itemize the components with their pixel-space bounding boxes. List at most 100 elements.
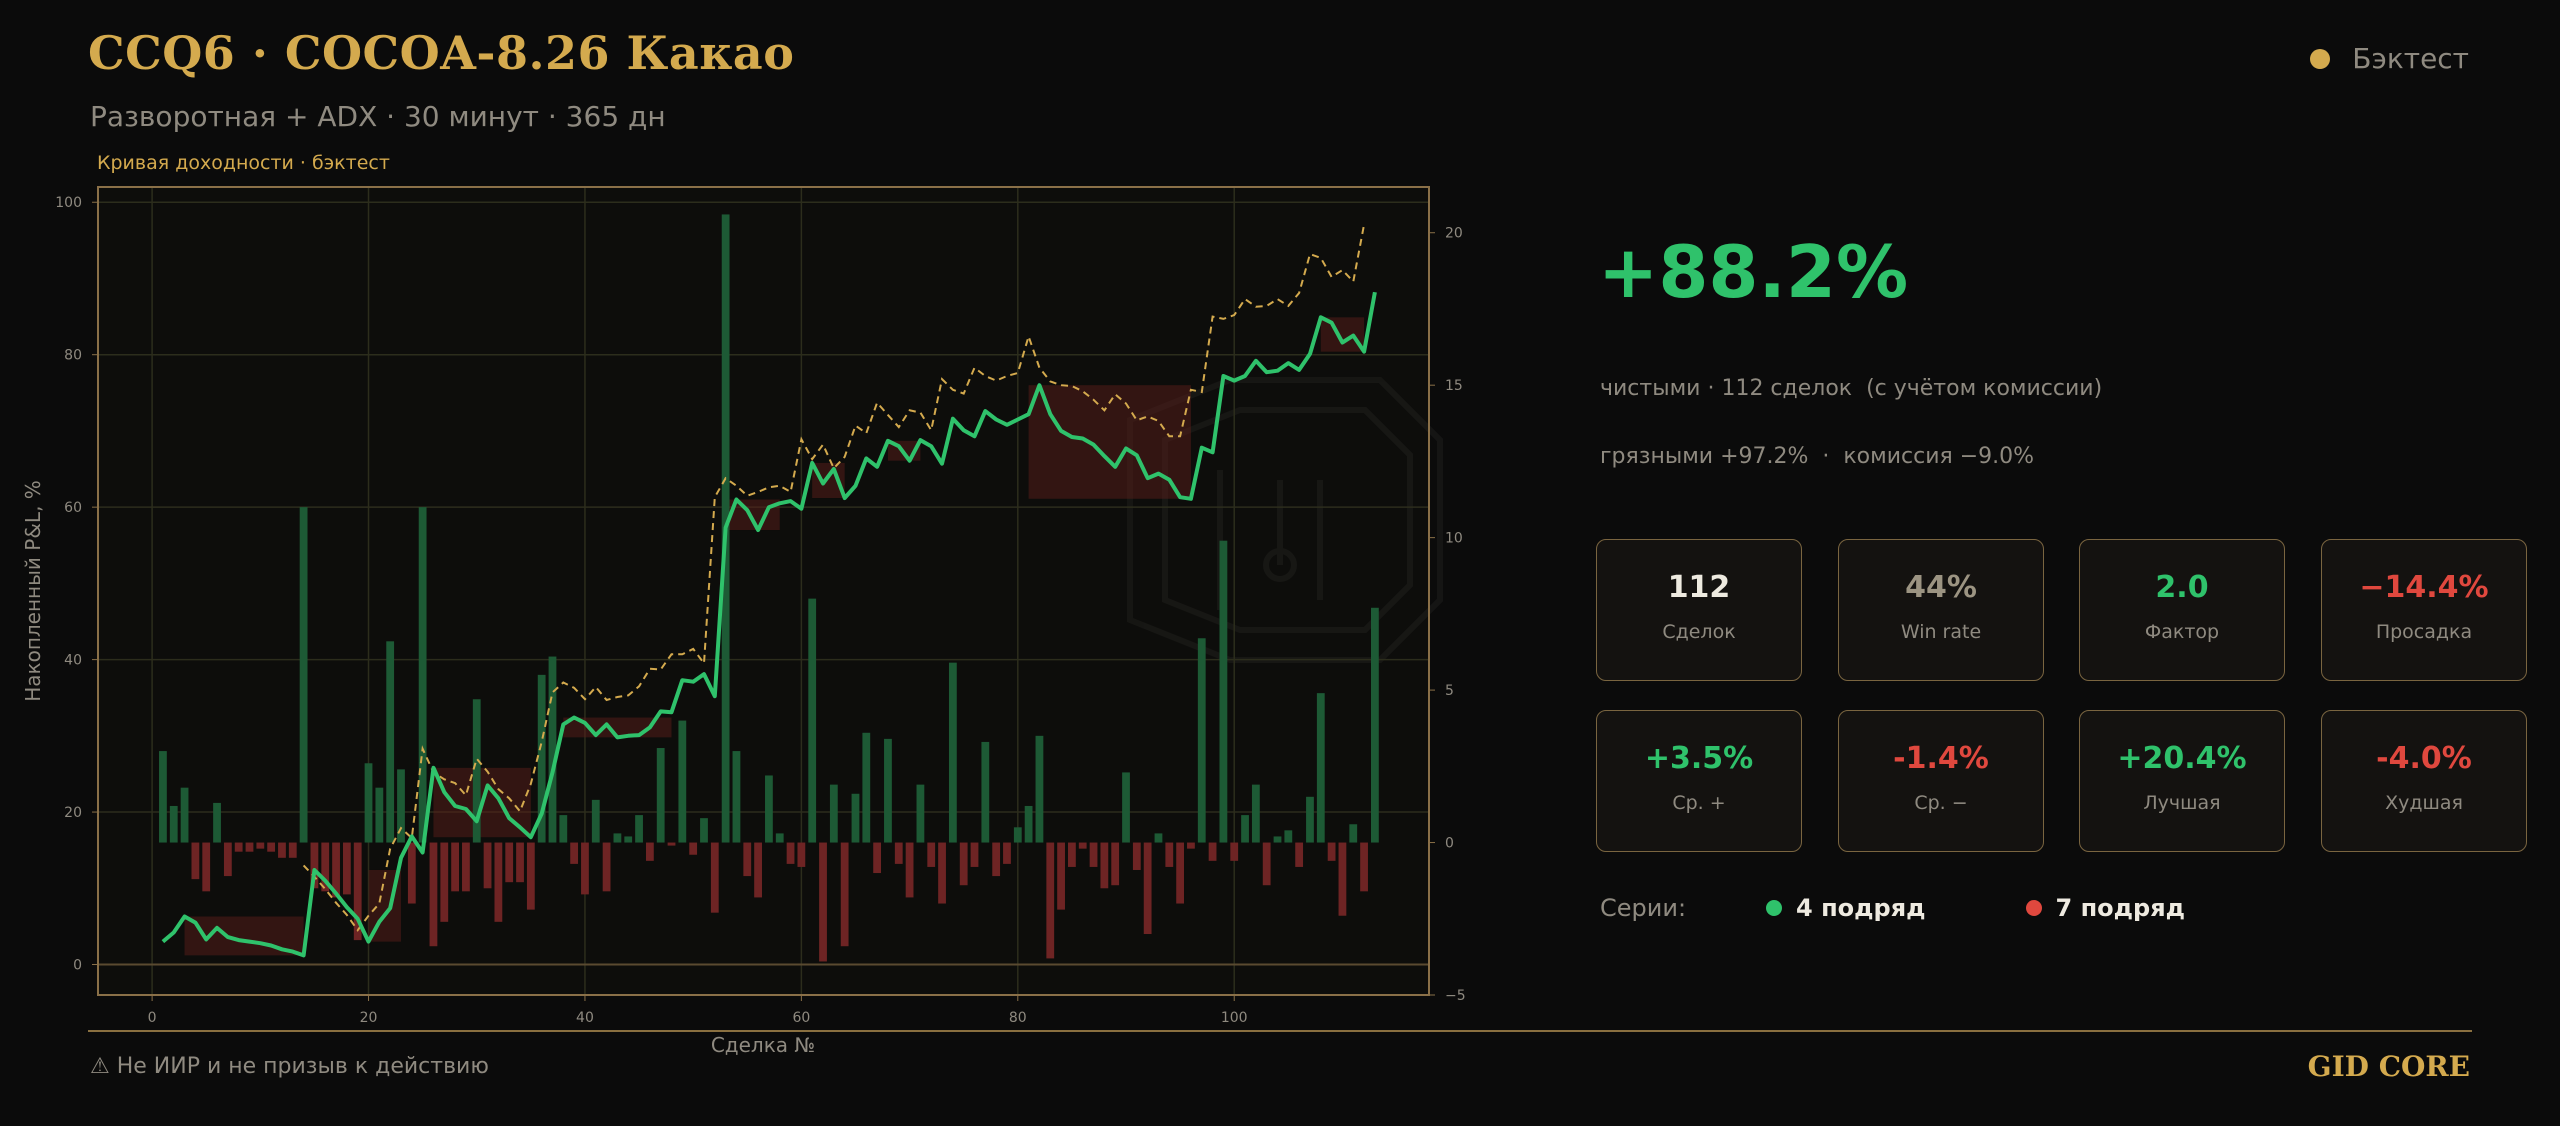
trade-bar-negative (526, 842, 535, 910)
equity-chart: 0 20 40 60 80 100 0 20 40 60 80 100 −5 0 5 10 15 20 Сделк… (21, 186, 1466, 1057)
trade-bar-negative (797, 842, 806, 867)
trade-bar-positive (808, 598, 817, 843)
trade-bar-positive (1241, 815, 1249, 843)
trade-bar-negative (927, 842, 936, 867)
trade-bar-positive (1284, 830, 1293, 843)
x-tick-label: 80 (1009, 1010, 1027, 1026)
trade-bar-positive (1122, 772, 1130, 843)
trade-bar-positive (559, 815, 568, 843)
win-streak-dot-icon (1766, 900, 1783, 916)
stat-value: +3.5% (1644, 741, 1754, 776)
trade-bar-negative (1068, 842, 1076, 867)
trade-bar-negative (483, 842, 492, 889)
x-axis-label: Сделка № (711, 1033, 815, 1057)
trade-bar-positive (386, 641, 395, 843)
trade-bar-positive (1154, 833, 1163, 843)
disclaimer: ⚠ Не ИИР и не призыв к действию (90, 1054, 489, 1079)
trade-bar-positive (862, 732, 871, 843)
x-tick-label: 60 (792, 1010, 810, 1026)
stat-card: −14.4% Просадка (2321, 539, 2527, 681)
trade-bar-positive (700, 818, 708, 843)
trade-bar-positive (1349, 824, 1358, 843)
trade-bar-negative (223, 842, 232, 877)
trade-bar-positive (1024, 805, 1033, 843)
trade-bar-positive (1035, 735, 1044, 843)
stat-label: Худшая (2385, 792, 2463, 814)
trade-bar-positive (916, 784, 925, 843)
stat-value: 2.0 (2155, 570, 2209, 605)
trade-bar-negative (1132, 842, 1141, 870)
plot-background (98, 187, 1429, 995)
trade-bar-negative (667, 842, 676, 846)
trade-bar-positive (1219, 540, 1228, 843)
stat-label: Лучшая (2143, 792, 2221, 814)
trade-bar-negative (581, 842, 589, 895)
trade-bar-negative (873, 842, 882, 874)
trade-bar-positive (775, 833, 784, 843)
x-tick-label: 40 (576, 1010, 594, 1026)
trade-bar-positive (180, 787, 189, 843)
stat-label: Win rate (1900, 621, 1982, 643)
y2-tick-label: 0 (1445, 836, 1454, 852)
trade-bar-negative (905, 842, 914, 898)
stat-card: 44% Win rate (1838, 539, 2044, 681)
loss-streak-dot-icon (2025, 900, 2042, 916)
trade-bar-negative (970, 842, 979, 867)
trade-bar-negative (234, 842, 243, 852)
trade-bar-positive (213, 802, 221, 843)
trade-bar-positive (159, 751, 167, 843)
stat-value: 112 (1667, 570, 1731, 605)
trade-bar-positive (1370, 607, 1379, 843)
y-tick-label: 0 (73, 958, 82, 974)
stat-card: -1.4% Ср. − (1838, 710, 2044, 852)
x-tick-label: 0 (148, 1010, 157, 1026)
total-return: +88.2% (1598, 230, 1909, 314)
trade-bar-negative (992, 842, 1001, 877)
trade-bar-negative (959, 842, 968, 886)
x-tick-label: 20 (360, 1010, 378, 1026)
streaks-label: Серии: (1600, 894, 1687, 922)
trade-bar-negative (1176, 842, 1185, 904)
status-indicator: Бэктест (2310, 42, 2469, 75)
trade-bar-negative (1338, 842, 1347, 916)
trade-bar-negative (786, 842, 795, 864)
trade-bar-negative (840, 842, 849, 947)
trade-bar-negative (1187, 842, 1195, 849)
trade-bar-negative (819, 842, 827, 962)
trade-bar-negative (1360, 842, 1368, 892)
trade-bar-negative (288, 842, 297, 858)
stat-value: -1.4% (1893, 741, 1989, 776)
stat-label: Ср. − (1914, 792, 1968, 814)
y-tick-label: 20 (64, 805, 82, 821)
trade-bar-negative (1046, 842, 1055, 959)
y2-tick-label: −5 (1445, 988, 1466, 1004)
trade-bar-negative (191, 842, 200, 880)
y2-tick-label: 10 (1445, 531, 1463, 547)
trade-bar-negative (494, 842, 503, 922)
trade-bar-negative (602, 842, 611, 892)
status-label: Бэктест (2352, 42, 2469, 75)
streaks-row: Серии: 4 подряд 7 подряд (1600, 894, 2185, 922)
trade-bar-positive (1316, 693, 1325, 843)
trade-bar-negative (267, 842, 276, 852)
trade-bar-positive (829, 784, 838, 843)
stat-label: Фактор (2144, 621, 2220, 643)
trade-bar-negative (570, 842, 579, 864)
y2-tick-label: 15 (1445, 378, 1463, 394)
trade-bar-positive (678, 720, 687, 843)
trade-bar-negative (342, 842, 351, 895)
trade-bar-positive (1013, 827, 1022, 843)
y-tick-label: 80 (64, 348, 82, 364)
trade-bar-positive (1197, 638, 1206, 843)
trade-bar-negative (1089, 842, 1098, 867)
trade-bar-negative (645, 842, 654, 861)
trade-bar-positive (591, 799, 600, 843)
trade-bar-negative (1262, 842, 1271, 886)
stat-card: +20.4% Лучшая (2079, 710, 2285, 852)
loss-streak: 7 подряд (2055, 894, 2186, 922)
trade-bar-positive (548, 656, 557, 843)
trade-bar-positive (418, 507, 427, 843)
stat-value: -4.0% (2376, 741, 2472, 776)
x-tick-label: 100 (1221, 1010, 1248, 1026)
trade-bar-positive (624, 836, 633, 843)
